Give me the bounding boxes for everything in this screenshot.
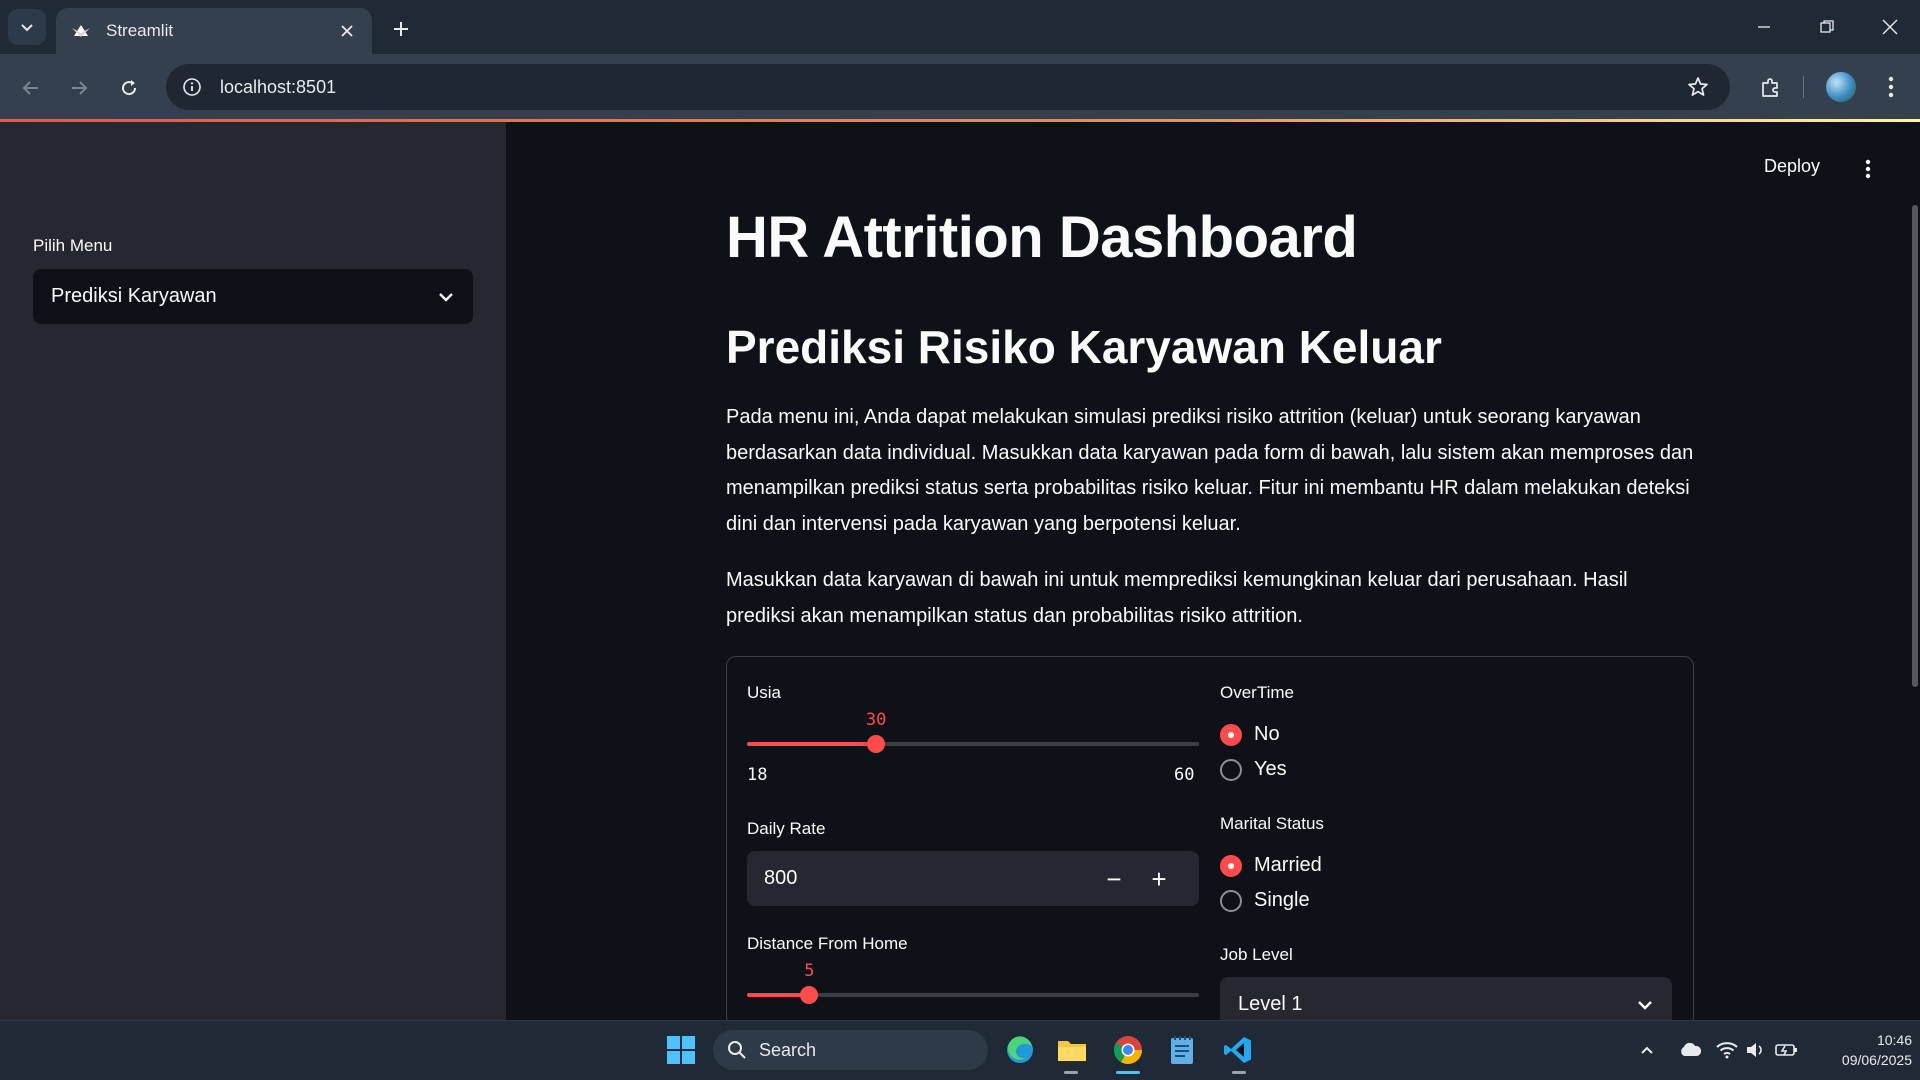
minimize-button[interactable]: [1744, 10, 1784, 44]
daily-rate-value: 800: [764, 867, 798, 889]
active-indicator: [1116, 1071, 1140, 1074]
more-vertical-icon: [1865, 159, 1871, 179]
search-icon: [728, 1041, 746, 1059]
onedrive-cloud-icon[interactable]: [1676, 1039, 1704, 1061]
search-label: Search: [759, 1039, 817, 1060]
daily-rate-label: Daily Rate: [747, 819, 826, 838]
battery-icon[interactable]: [1774, 1039, 1800, 1061]
taskbar-search[interactable]: Search: [713, 1030, 988, 1070]
usia-slider-fill: [747, 742, 877, 746]
running-indicator: [1064, 1071, 1078, 1074]
edge-browser-icon[interactable]: [1000, 1030, 1040, 1070]
section-title: Prediksi Risiko Karyawan Keluar: [726, 321, 1442, 373]
marital-option-single[interactable]: Single: [1220, 889, 1310, 912]
job-level-label: Job Level: [1220, 945, 1293, 964]
usia-slider-value: 30: [865, 710, 887, 730]
running-indicator: [1232, 1071, 1246, 1074]
address-bar[interactable]: localhost:8501: [166, 64, 1730, 110]
notepad-icon[interactable]: [1162, 1030, 1202, 1070]
plus-icon: [394, 22, 408, 36]
restore-button[interactable]: [1807, 10, 1847, 44]
increment-button[interactable]: +: [1145, 864, 1173, 894]
overtime-label: OverTime: [1220, 683, 1294, 702]
deploy-button[interactable]: Deploy: [1764, 156, 1820, 177]
system-clock[interactable]: 10:46 09/06/2025: [1812, 1030, 1912, 1070]
chevron-down-icon: [21, 24, 33, 32]
extensions-button[interactable]: [1754, 70, 1788, 104]
usia-slider-min: 18: [747, 765, 768, 785]
tab-title: Streamlit: [106, 21, 174, 40]
file-explorer-icon[interactable]: [1052, 1030, 1092, 1070]
browser-menu-button[interactable]: [1876, 70, 1906, 104]
chevron-down-icon: [1638, 1000, 1652, 1010]
usia-label: Usia: [747, 683, 782, 702]
radio-label: Married: [1254, 854, 1322, 876]
radio-label: No: [1254, 723, 1280, 745]
radio-selected-icon: [1220, 723, 1242, 746]
toolbar-separator: [1803, 76, 1804, 98]
site-info-icon[interactable]: [180, 75, 204, 99]
wifi-icon[interactable]: [1716, 1039, 1738, 1061]
marital-status-label: Marital Status: [1220, 814, 1324, 833]
browser-tab[interactable]: Streamlit: [56, 8, 372, 54]
bookmark-star-icon[interactable]: [1686, 75, 1710, 99]
windows-start-button[interactable]: [661, 1030, 701, 1070]
job-level-value: Level 1: [1238, 993, 1303, 1015]
description-paragraph: Pada menu ini, Anda dapat melakukan simu…: [726, 406, 1694, 535]
chrome-icon[interactable]: [1108, 1030, 1148, 1070]
restore-icon: [1820, 20, 1834, 33]
puzzle-icon: [1762, 78, 1778, 97]
clock-date: 09/06/2025: [1841, 1052, 1912, 1068]
arrow-right-icon: [72, 81, 88, 95]
radio-selected-icon: [1220, 854, 1242, 877]
instruction-paragraph: Masukkan data karyawan di bawah ini untu…: [726, 569, 1628, 627]
vscode-icon[interactable]: [1218, 1030, 1258, 1070]
app-menu-button[interactable]: [1858, 156, 1878, 182]
chevron-down-icon: [439, 292, 453, 302]
back-button[interactable]: [13, 70, 49, 106]
usia-slider-max: 60: [1174, 765, 1195, 785]
distance-slider-value: 5: [804, 961, 815, 981]
radio-label: Single: [1254, 889, 1310, 911]
close-icon: [1882, 19, 1898, 35]
profile-avatar[interactable]: [1826, 72, 1856, 102]
arrow-left-icon: [22, 81, 38, 95]
chevron-up-icon[interactable]: [1636, 1039, 1658, 1061]
url-text: localhost:8501: [220, 76, 337, 97]
decrement-button[interactable]: −: [1100, 864, 1128, 894]
overtime-option-no[interactable]: No: [1220, 723, 1280, 746]
menu-select-value: Prediksi Karyawan: [51, 285, 217, 307]
minimize-icon: [1758, 26, 1770, 28]
windows-logo-icon: [667, 1036, 695, 1064]
menu-select[interactable]: Prediksi Karyawan: [33, 269, 473, 324]
clock-time: 10:46: [1876, 1032, 1912, 1048]
radio-unselected-icon: [1220, 889, 1242, 912]
radio-label: Yes: [1254, 758, 1287, 780]
close-tab-icon[interactable]: [336, 20, 358, 42]
volume-icon[interactable]: [1744, 1039, 1766, 1061]
streamlit-logo-icon: [70, 20, 92, 42]
new-tab-button[interactable]: [386, 14, 416, 44]
overtime-option-yes[interactable]: Yes: [1220, 758, 1287, 781]
marital-option-married[interactable]: Married: [1220, 854, 1322, 877]
reload-button[interactable]: [111, 70, 147, 106]
daily-rate-input[interactable]: 800 − +: [747, 851, 1199, 906]
distance-label: Distance From Home: [747, 934, 908, 953]
main-scrollbar[interactable]: [1912, 205, 1918, 687]
tab-search-button[interactable]: [8, 9, 46, 45]
menu-label: Pilih Menu: [33, 236, 113, 255]
page-title: HR Attrition Dashboard: [726, 205, 1358, 270]
reload-icon: [122, 80, 137, 96]
radio-unselected-icon: [1220, 758, 1242, 781]
more-vertical-icon: [1888, 76, 1894, 98]
close-window-button[interactable]: [1870, 10, 1910, 44]
forward-button[interactable]: [61, 70, 97, 106]
sidebar: [0, 122, 506, 1020]
